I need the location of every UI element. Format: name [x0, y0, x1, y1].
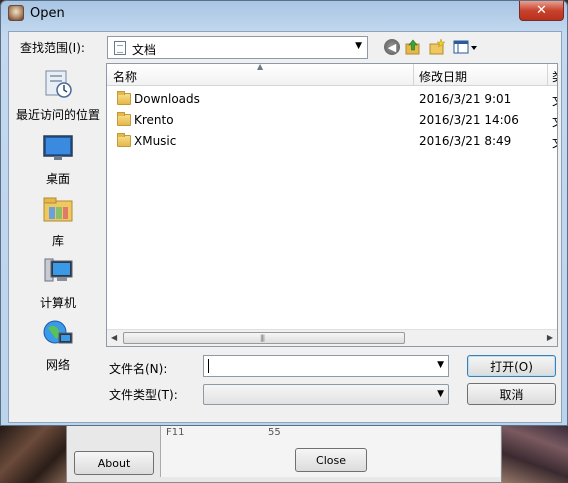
lookin-value: 文档 [132, 43, 157, 57]
sort-ascending-icon: ▲ [257, 63, 264, 71]
chevron-down-icon[interactable]: ▼ [437, 360, 444, 370]
background-cell: 55 [268, 427, 281, 438]
scroll-right-icon[interactable]: ▶ [547, 333, 553, 342]
column-header-type[interactable]: 类 [552, 68, 557, 85]
place-network[interactable]: 网络 [12, 319, 104, 373]
place-recent[interactable]: 最近访问的位置 [12, 69, 104, 123]
file-date: 2016/3/21 14:06 [419, 113, 519, 127]
desktop-wallpaper-right [500, 420, 568, 483]
network-icon [43, 320, 73, 344]
places-bar: 最近访问的位置 桌面 库 计算机 网络 [12, 63, 104, 381]
file-name: Downloads [134, 92, 200, 106]
column-divider[interactable] [413, 64, 414, 86]
place-label: 库 [51, 234, 64, 248]
filetype-label: 文件类型(T): [109, 388, 178, 402]
place-computer[interactable]: 计算机 [12, 257, 104, 311]
grip-icon: ||| [260, 334, 265, 342]
recent-places-icon [45, 70, 72, 98]
column-header-name[interactable]: 名称 [113, 68, 137, 85]
column-divider[interactable] [547, 64, 548, 86]
up-folder-icon[interactable] [405, 39, 421, 55]
file-row[interactable]: XMusic 2016/3/21 8:49 文 [107, 131, 557, 152]
place-desktop[interactable]: 桌面 [12, 133, 104, 187]
lookin-label: 查找范围(I): [20, 41, 85, 55]
new-folder-icon[interactable] [429, 39, 445, 55]
chevron-down-icon: ▼ [355, 41, 362, 51]
desktop-wallpaper-left [0, 420, 70, 483]
place-library[interactable]: 库 [12, 195, 104, 249]
documents-icon [114, 41, 126, 55]
views-menu-icon[interactable] [453, 39, 479, 55]
close-icon[interactable]: ✕ [519, 1, 564, 21]
scroll-left-icon[interactable]: ◀ [111, 333, 117, 342]
folder-icon [117, 112, 131, 126]
scrollbar-thumb[interactable]: ||| [123, 332, 405, 344]
column-header-bar: 名称 ▲ 修改日期 类 [107, 64, 557, 86]
dialog-title: Open [30, 6, 65, 21]
place-label: 网络 [45, 358, 70, 372]
horizontal-scrollbar[interactable]: ◀ ||| ▶ [107, 329, 557, 346]
column-header-date[interactable]: 修改日期 [419, 68, 467, 85]
background-cell: F11 [166, 427, 185, 438]
file-type: 文 [552, 92, 557, 109]
file-type: 文 [552, 134, 557, 151]
folder-icon [117, 91, 131, 105]
file-date: 2016/3/21 9:01 [419, 92, 512, 106]
filename-label: 文件名(N): [109, 362, 168, 376]
library-icon [43, 197, 73, 222]
filetype-dropdown[interactable]: ▼ [203, 384, 449, 405]
text-caret [208, 359, 209, 373]
app-icon [8, 5, 24, 21]
folder-icon [117, 133, 131, 147]
file-name: Krento [134, 113, 174, 127]
lookin-dropdown[interactable]: 文档 ▼ [107, 36, 368, 59]
desktop-icon [43, 135, 73, 160]
open-button[interactable]: 打开(O) [467, 355, 556, 377]
file-row[interactable]: Downloads 2016/3/21 9:01 文 [107, 89, 557, 110]
about-button[interactable]: About [74, 451, 154, 475]
place-label: 最近访问的位置 [15, 108, 100, 122]
chevron-down-icon: ▼ [437, 389, 444, 399]
file-row[interactable]: Krento 2016/3/21 14:06 文 [107, 110, 557, 131]
place-label: 桌面 [45, 172, 70, 186]
file-type: 文 [552, 113, 557, 130]
computer-icon [44, 258, 73, 282]
file-name: XMusic [134, 134, 177, 148]
file-list[interactable]: 名称 ▲ 修改日期 类 Downloads 2016/3/21 9:01 文 K… [106, 63, 558, 347]
place-label: 计算机 [39, 296, 76, 310]
filename-input[interactable]: ▼ [203, 355, 449, 377]
file-date: 2016/3/21 8:49 [419, 134, 512, 148]
back-icon[interactable]: ◀ [384, 39, 400, 55]
cancel-button[interactable]: 取消 [467, 383, 556, 405]
close-button[interactable]: Close [295, 448, 367, 472]
